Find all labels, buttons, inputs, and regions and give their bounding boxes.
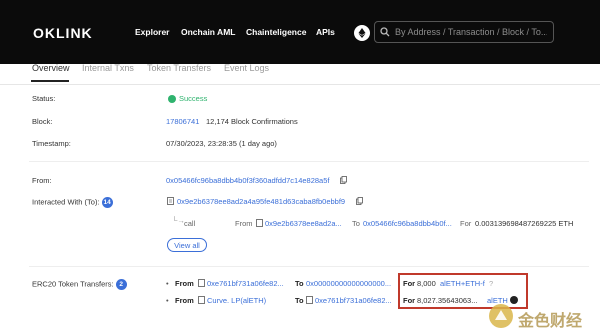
call-for-label: For xyxy=(460,219,472,228)
copy-icon[interactable] xyxy=(356,197,363,205)
transfer-to-label: To xyxy=(295,279,304,288)
call-to-link[interactable]: 0x05466fc96ba8dbb4b0f... xyxy=(363,219,452,228)
search-input[interactable] xyxy=(395,25,547,39)
call-arrow-icon: └→ xyxy=(172,216,185,225)
tab-bar: Overview Internal Txns Token Transfers E… xyxy=(0,63,600,85)
nav-explorer[interactable]: Explorer xyxy=(135,27,170,37)
transfer-to-link[interactable]: 0x00000000000000000... xyxy=(306,279,396,288)
interacted-count-badge: 14 xyxy=(101,197,113,208)
transfer-to-label: To xyxy=(295,296,304,305)
contract-icon xyxy=(167,197,174,205)
tab-event-logs[interactable]: Event Logs xyxy=(224,63,269,73)
contract-icon xyxy=(256,219,263,227)
call-from-link[interactable]: 0x9e2b6378ee8ad2a... xyxy=(265,219,342,228)
block-label: Block: xyxy=(32,117,53,126)
contract-icon xyxy=(198,296,205,304)
transfer-from-link[interactable]: Curve. LP(alETH) xyxy=(207,296,266,305)
nav-apis[interactable]: APIs xyxy=(316,27,335,37)
tab-token-transfers[interactable]: Token Transfers xyxy=(147,63,211,73)
watermark-text: 金色财经 xyxy=(518,311,583,330)
transfer-to-link[interactable]: 0xe761bf731a06fe82... xyxy=(315,296,392,305)
search-icon xyxy=(380,27,390,37)
interacted-with-label: Interacted With (To): 14 xyxy=(32,197,113,208)
bullet: • xyxy=(166,279,169,288)
ethereum-icon xyxy=(358,28,366,38)
contract-icon xyxy=(198,279,205,287)
call-from-label: From xyxy=(235,219,253,228)
top-navigation-bar: OKLINK Explorer Onchain AML Chainteligen… xyxy=(0,0,600,64)
call-amount: 0.003139698487269225 ETH xyxy=(475,219,574,228)
timestamp-label: Timestamp: xyxy=(32,139,71,148)
status-value: Success xyxy=(179,94,208,103)
call-to-label: To xyxy=(352,219,360,228)
from-address-link[interactable]: 0x05466fc96ba8dbb4b0f3f360adfdd7c14e828a… xyxy=(166,176,330,185)
interacted-with-text: Interacted With (To): xyxy=(32,197,100,207)
nav-onchain-aml[interactable]: Onchain AML xyxy=(181,27,235,37)
erc20-transfers-label: ERC20 Token Transfers: 2 xyxy=(32,279,127,290)
transfer-from-label: From xyxy=(175,296,194,305)
oklink-logo[interactable]: OKLINK xyxy=(33,25,93,41)
status-label: Status: xyxy=(32,94,56,103)
transfer-from-label: From xyxy=(175,279,194,288)
block-confirmations: 12,174 Block Confirmations xyxy=(206,117,298,126)
active-tab-indicator xyxy=(31,80,69,82)
search-box[interactable] xyxy=(374,21,554,43)
block-number-link[interactable]: 17806741 xyxy=(166,117,199,126)
erc20-transfers-text: ERC20 Token Transfers: xyxy=(32,279,114,289)
nav-chainteligence[interactable]: Chainteligence xyxy=(246,27,306,37)
watermark-logo-icon xyxy=(489,304,513,328)
erc20-count-badge: 2 xyxy=(115,279,127,290)
interacted-address-link[interactable]: 0x9e2b6378ee8ad2a4a95fe481d63caba8fb0ebb… xyxy=(177,197,345,206)
tab-overview[interactable]: Overview xyxy=(32,63,70,73)
ethereum-network-button[interactable] xyxy=(354,25,370,41)
contract-icon xyxy=(306,296,313,304)
section-divider xyxy=(29,266,589,267)
transfer-from-link[interactable]: 0xe761bf731a06fe82... xyxy=(207,279,284,288)
bullet: • xyxy=(166,296,169,305)
tab-internal-txns[interactable]: Internal Txns xyxy=(82,63,134,73)
section-divider xyxy=(29,161,589,162)
call-type: call xyxy=(184,219,196,228)
copy-icon[interactable] xyxy=(340,176,347,184)
view-all-button[interactable]: View all xyxy=(167,238,207,252)
watermark: 金色财经 xyxy=(484,301,600,332)
timestamp-value: 07/30/2023, 23:28:35 (1 day ago) xyxy=(166,139,277,148)
success-check-icon xyxy=(168,95,176,103)
from-label: From: xyxy=(32,176,52,185)
